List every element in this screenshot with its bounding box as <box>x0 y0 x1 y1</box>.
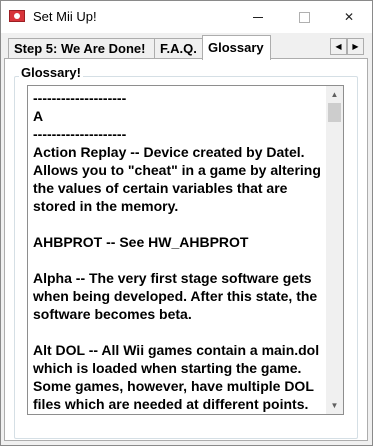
scrollbar-thumb[interactable] <box>328 103 341 122</box>
tab-scroll-left-button[interactable]: ◀ <box>330 38 347 55</box>
glossary-text: -------------------- A -----------------… <box>33 90 321 412</box>
chevron-up-icon: ▲ <box>330 90 339 99</box>
minimize-button[interactable] <box>235 1 281 33</box>
tab-scroll-right-button[interactable]: ▶ <box>347 38 364 55</box>
groupbox-label: Glossary! <box>19 65 83 80</box>
chevron-right-icon: ▶ <box>352 42 359 51</box>
maximize-button[interactable] <box>281 1 327 33</box>
tab-glossary[interactable]: Glossary <box>202 35 271 60</box>
maximize-icon <box>298 11 310 23</box>
app-window: Set Mii Up! ✕ Step 5: We Are Done! F.A.Q… <box>0 0 373 446</box>
minimize-icon <box>253 16 263 18</box>
scroll-up-button[interactable]: ▲ <box>326 86 343 103</box>
vertical-scrollbar[interactable]: ▲ ▼ <box>326 86 343 414</box>
glossary-textbox[interactable]: -------------------- A -----------------… <box>27 85 344 415</box>
scroll-down-button[interactable]: ▼ <box>326 397 343 414</box>
app-icon <box>9 10 25 22</box>
window-title: Set Mii Up! <box>33 9 97 24</box>
chevron-down-icon: ▼ <box>330 401 339 410</box>
tab-strip: Step 5: We Are Done! F.A.Q. Glossary ◀ ▶ <box>1 33 372 60</box>
title-bar[interactable]: Set Mii Up! ✕ <box>1 1 372 33</box>
tab-faq[interactable]: F.A.Q. <box>154 38 203 59</box>
close-icon: ✕ <box>343 10 355 24</box>
chevron-left-icon: ◀ <box>335 42 342 51</box>
tab-step5[interactable]: Step 5: We Are Done! <box>8 38 155 59</box>
close-button[interactable]: ✕ <box>326 1 372 33</box>
